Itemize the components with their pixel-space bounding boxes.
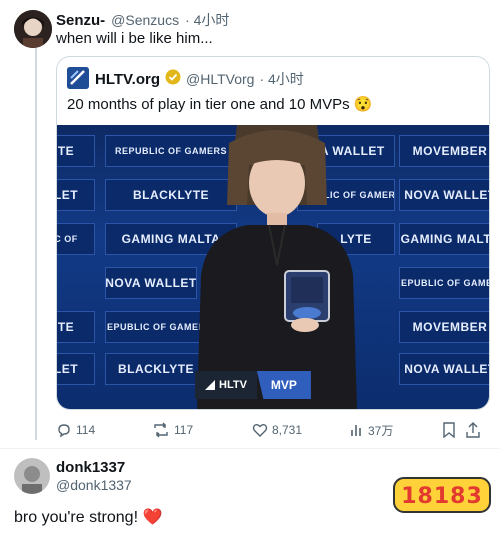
post-header: Senzu- @Senzucs · 4小时 bbox=[56, 10, 229, 30]
views-icon bbox=[351, 425, 361, 436]
sponsor-tile-nova: NOVA WALLET bbox=[399, 353, 489, 385]
quoted-text: 20 months of play in tier one and 10 MVP… bbox=[67, 96, 373, 113]
sponsor-tile-nova: NOVA WALLET bbox=[399, 179, 489, 211]
author-handle[interactable]: @Senzucs bbox=[111, 12, 179, 28]
reply-avatar[interactable] bbox=[14, 458, 50, 494]
reply-author-handle[interactable]: @donk1337 bbox=[56, 477, 132, 493]
mvp-badge: HLTV MVP bbox=[195, 371, 311, 399]
like-button[interactable]: 8,731 bbox=[252, 422, 350, 438]
quoted-author-handle[interactable]: @HLTVorg bbox=[186, 71, 254, 87]
author-name[interactable]: Senzu- bbox=[56, 12, 105, 29]
mvp-label: MVP bbox=[256, 371, 311, 399]
repost-button[interactable]: 117 bbox=[152, 422, 252, 438]
sponsor-tile-movember: MOVEMBER bbox=[399, 311, 489, 343]
like-icon bbox=[252, 424, 268, 437]
sponsor-tile: LET bbox=[57, 179, 95, 211]
post-text: when will i be like him... bbox=[56, 30, 213, 47]
like-count: 8,731 bbox=[272, 423, 303, 437]
watermark-text: 18183 bbox=[401, 484, 483, 509]
sponsor-tile: C OF bbox=[57, 223, 95, 255]
player-figure bbox=[197, 125, 357, 409]
repost-icon bbox=[154, 422, 168, 438]
quoted-avatar bbox=[67, 67, 89, 89]
thread-line bbox=[35, 48, 37, 440]
quoted-header: HLTV.org @HLTVorg · 4小时 bbox=[95, 69, 304, 89]
repost-count: 117 bbox=[174, 423, 194, 437]
verified-badge-icon bbox=[165, 69, 181, 90]
sponsor-tile-rog: REPUBLIC OF GAMERS bbox=[399, 267, 489, 299]
share-icon bbox=[466, 422, 480, 438]
quoted-post[interactable]: HLTV.org @HLTVorg · 4小时 20 months of pla… bbox=[56, 56, 490, 410]
reply-author-name[interactable]: donk1337 bbox=[56, 459, 125, 476]
quoted-author-name[interactable]: HLTV.org bbox=[95, 71, 160, 88]
action-bar: 114 117 8,731 37万 bbox=[56, 420, 488, 440]
sponsor-tile-gaming-malta: GAMING MALTA bbox=[399, 223, 489, 255]
share-button[interactable] bbox=[466, 422, 486, 438]
reply-count: 114 bbox=[76, 423, 96, 437]
avatar[interactable] bbox=[14, 10, 52, 48]
post-media-image[interactable]: MOVEMBERTE REPUBLIC OF GAMERS NOVA WALLE… bbox=[57, 125, 489, 409]
quoted-post-time[interactable]: · 4小时 bbox=[259, 69, 303, 89]
views-button[interactable]: 37万 bbox=[350, 422, 442, 439]
hltv-badge: HLTV bbox=[195, 371, 257, 399]
sponsor-tile: TE bbox=[57, 311, 95, 343]
bookmark-icon bbox=[443, 422, 455, 438]
reply-icon bbox=[58, 424, 70, 438]
reply-button[interactable]: 114 bbox=[56, 422, 152, 438]
hltv-logo-icon bbox=[205, 380, 215, 390]
bookmark-button[interactable] bbox=[442, 422, 466, 438]
sponsor-tile: MOVEMBERTE bbox=[57, 135, 95, 167]
sponsor-tile-movember: MOVEMBER bbox=[399, 135, 489, 167]
views-count: 37万 bbox=[368, 423, 394, 438]
reply-text: bro you're strong! ❤️ bbox=[14, 509, 163, 526]
post-time[interactable]: · 4小时 bbox=[185, 10, 229, 30]
divider bbox=[0, 448, 500, 449]
sponsor-tile: LET bbox=[57, 353, 95, 385]
watermark-logo: 18183 bbox=[392, 470, 492, 518]
